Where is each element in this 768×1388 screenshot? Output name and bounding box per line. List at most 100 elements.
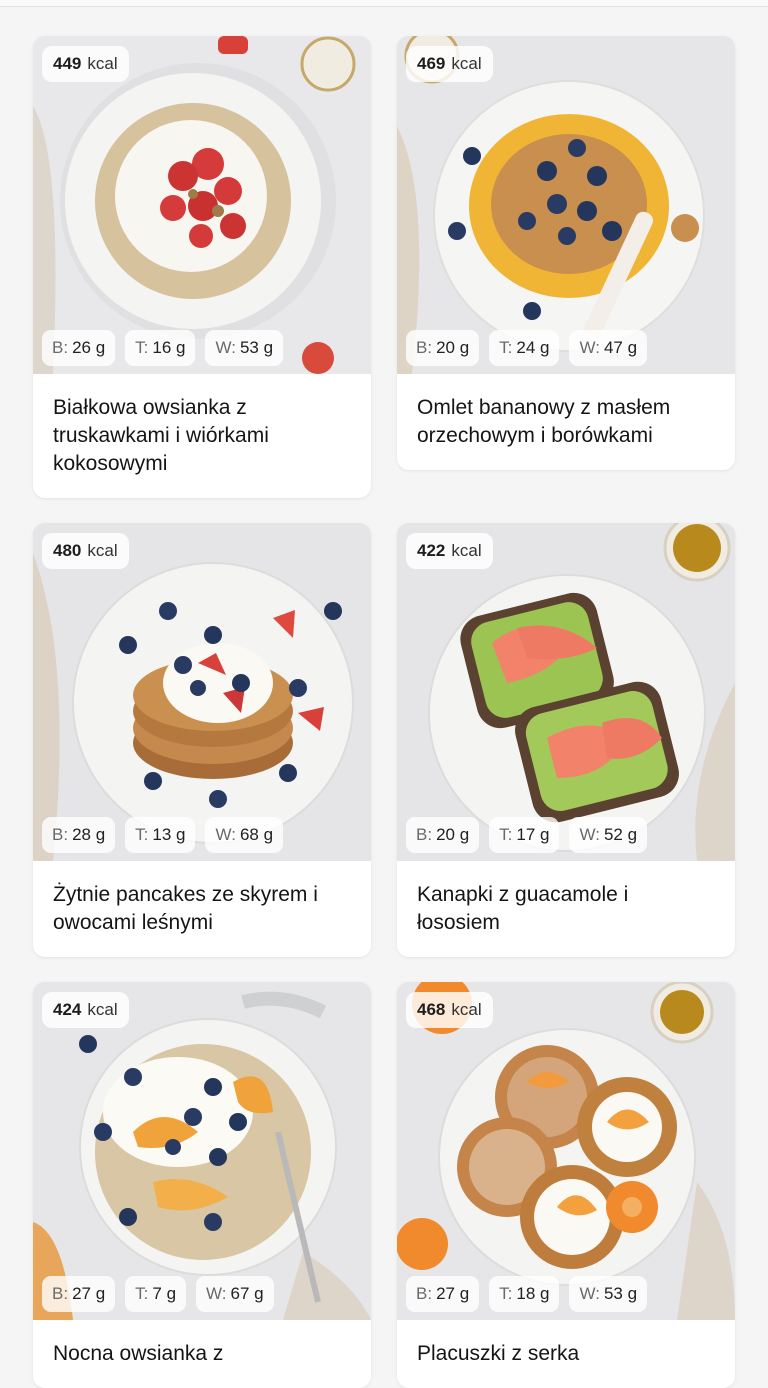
fat-key: T: bbox=[135, 338, 149, 357]
kcal-value: 480 bbox=[53, 541, 82, 560]
carbs-key: W: bbox=[579, 825, 600, 844]
protein-badge: B: 20 g bbox=[406, 330, 480, 366]
carbs-key: W: bbox=[215, 338, 236, 357]
carbs-key: W: bbox=[579, 1284, 600, 1303]
protein-badge: B: 26 g bbox=[42, 330, 116, 366]
kcal-unit: kcal bbox=[451, 54, 482, 73]
fat-value: 13 g bbox=[152, 825, 186, 844]
carbs-badge: W: 53 g bbox=[205, 330, 284, 366]
fat-key: T: bbox=[499, 1284, 513, 1303]
carbs-badge: W: 67 g bbox=[196, 1276, 274, 1312]
browser-top-bar bbox=[0, 0, 768, 7]
protein-key: B: bbox=[52, 825, 69, 844]
oatmeal-image bbox=[33, 36, 371, 374]
carbs-key: W: bbox=[206, 1284, 227, 1303]
kcal-value: 422 bbox=[417, 541, 446, 560]
protein-value: 27 g bbox=[436, 1284, 470, 1303]
kcal-unit: kcal bbox=[87, 541, 118, 560]
kcal-value: 469 bbox=[417, 54, 446, 73]
fat-badge: T: 16 g bbox=[125, 330, 196, 366]
kcal-unit: kcal bbox=[87, 1000, 118, 1019]
recipe-photo: 424 kcal B: 27 g T: 7 g W: 67 g bbox=[33, 982, 371, 1320]
macro-badges: B: 28 g T: 13 g W: 68 g bbox=[42, 817, 284, 853]
macro-badges: B: 26 g T: 16 g W: 53 g bbox=[42, 330, 284, 366]
carbs-badge: W: 68 g bbox=[205, 817, 284, 853]
protein-badge: B: 27 g bbox=[406, 1276, 480, 1312]
macro-badges: B: 27 g T: 7 g W: 67 g bbox=[42, 1276, 274, 1312]
carbs-badge: W: 47 g bbox=[569, 330, 648, 366]
kcal-badge: 449 kcal bbox=[42, 46, 129, 82]
recipe-photo: 468 kcal B: 27 g T: 18 g W: 53 g bbox=[397, 982, 735, 1320]
recipe-title[interactable]: Żytnie pancakes ze skyrem i owocami leśn… bbox=[33, 861, 371, 957]
fat-badge: T: 24 g bbox=[489, 330, 560, 366]
carbs-value: 67 g bbox=[230, 1284, 264, 1303]
protein-badge: B: 27 g bbox=[42, 1276, 116, 1312]
macro-badges: B: 27 g T: 18 g W: 53 g bbox=[406, 1276, 648, 1312]
protein-key: B: bbox=[416, 1284, 433, 1303]
protein-key: B: bbox=[416, 338, 433, 357]
protein-badge: B: 28 g bbox=[42, 817, 116, 853]
kcal-badge: 422 kcal bbox=[406, 533, 493, 569]
recipe-title[interactable]: Kanapki z guacamole i łososiem bbox=[397, 861, 735, 957]
fat-key: T: bbox=[135, 825, 149, 844]
protein-key: B: bbox=[416, 825, 433, 844]
kcal-value: 424 bbox=[53, 1000, 82, 1019]
recipe-title[interactable]: Nocna owsianka z bbox=[33, 1320, 371, 1388]
kcal-unit: kcal bbox=[87, 54, 118, 73]
carbs-key: W: bbox=[579, 338, 600, 357]
carbs-badge: W: 52 g bbox=[569, 817, 648, 853]
protein-key: B: bbox=[52, 338, 69, 357]
kcal-value: 449 bbox=[53, 54, 82, 73]
fat-badge: T: 18 g bbox=[489, 1276, 560, 1312]
recipe-title[interactable]: Placuszki z serka bbox=[397, 1320, 735, 1388]
protein-value: 27 g bbox=[72, 1284, 106, 1303]
carbs-badge: W: 53 g bbox=[569, 1276, 648, 1312]
pancakes-apricot-image bbox=[397, 982, 735, 1320]
recipe-photo: 480 kcal B: 28 g T: 13 g W: 68 g bbox=[33, 523, 371, 861]
recipe-card[interactable]: 480 kcal B: 28 g T: 13 g W: 68 g Żytnie pan… bbox=[33, 523, 371, 957]
fat-value: 18 g bbox=[516, 1284, 550, 1303]
kcal-badge: 468 kcal bbox=[406, 992, 493, 1028]
kcal-unit: kcal bbox=[451, 541, 482, 560]
carbs-value: 53 g bbox=[603, 1284, 638, 1303]
fat-key: T: bbox=[135, 1284, 149, 1303]
protein-value: 26 g bbox=[72, 338, 106, 357]
recipe-card[interactable]: 468 kcal B: 27 g T: 18 g W: 53 g Placuszki … bbox=[397, 982, 735, 1388]
recipe-title[interactable]: Białkowa owsianka z truskawkami i wiórka… bbox=[33, 374, 371, 498]
carbs-value: 47 g bbox=[603, 338, 638, 357]
fat-value: 17 g bbox=[516, 825, 550, 844]
recipe-photo: 449 kcal B: 26 g T: 16 g W: 53 g bbox=[33, 36, 371, 374]
carbs-key: W: bbox=[215, 825, 236, 844]
protein-key: B: bbox=[52, 1284, 69, 1303]
recipe-title[interactable]: Omlet bananowy z masłem orzechowym i bor… bbox=[397, 374, 735, 470]
fat-key: T: bbox=[499, 338, 513, 357]
recipe-photo: 469 kcal B: 20 g T: 24 g W: 47 g bbox=[397, 36, 735, 374]
carbs-value: 68 g bbox=[239, 825, 274, 844]
fat-value: 16 g bbox=[152, 338, 186, 357]
kcal-value: 468 bbox=[417, 1000, 446, 1019]
fat-badge: T: 17 g bbox=[489, 817, 560, 853]
kcal-unit: kcal bbox=[451, 1000, 482, 1019]
recipe-card[interactable]: 424 kcal B: 27 g T: 7 g W: 67 g Nocna owsia… bbox=[33, 982, 371, 1388]
omelette-image bbox=[397, 36, 735, 374]
kcal-badge: 480 kcal bbox=[42, 533, 129, 569]
fat-badge: T: 13 g bbox=[125, 817, 196, 853]
fat-value: 7 g bbox=[152, 1284, 177, 1303]
protein-value: 20 g bbox=[436, 338, 470, 357]
toast-salmon-image bbox=[397, 523, 735, 861]
kcal-badge: 424 kcal bbox=[42, 992, 129, 1028]
recipe-card[interactable]: 449 kcal B: 26 g T: 16 g W: 53 g Białkowa o… bbox=[33, 36, 371, 498]
carbs-value: 53 g bbox=[239, 338, 274, 357]
fat-key: T: bbox=[499, 825, 513, 844]
recipe-card[interactable]: 422 kcal B: 20 g T: 17 g W: 52 g Kanapki z … bbox=[397, 523, 735, 957]
recipe-card[interactable]: 469 kcal B: 20 g T: 24 g W: 47 g Omlet bana… bbox=[397, 36, 735, 470]
protein-value: 28 g bbox=[72, 825, 106, 844]
carbs-value: 52 g bbox=[603, 825, 638, 844]
protein-value: 20 g bbox=[436, 825, 470, 844]
overnight-oats-image bbox=[33, 982, 371, 1320]
macro-badges: B: 20 g T: 17 g W: 52 g bbox=[406, 817, 648, 853]
recipe-photo: 422 kcal B: 20 g T: 17 g W: 52 g bbox=[397, 523, 735, 861]
macro-badges: B: 20 g T: 24 g W: 47 g bbox=[406, 330, 648, 366]
fat-value: 24 g bbox=[516, 338, 550, 357]
kcal-badge: 469 kcal bbox=[406, 46, 493, 82]
